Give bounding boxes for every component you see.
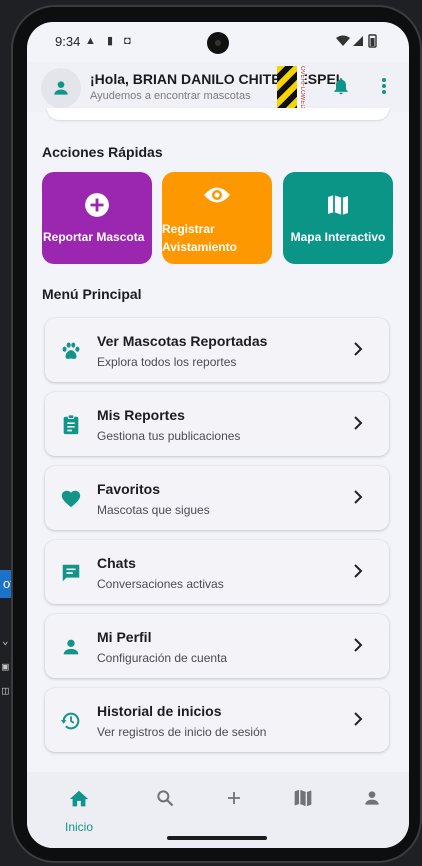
signal-battery-icons [335, 34, 387, 51]
person-icon [365, 791, 379, 805]
menu-item-subtitle: Mascotas que sigues [97, 503, 210, 517]
quick-actions-title: Acciones Rápidas [42, 144, 163, 160]
chevron-right-icon [354, 490, 363, 504]
menu-item-chats[interactable]: Chats Conversaciones activas [45, 540, 389, 604]
menu-item-title: Mis Reportes [97, 407, 185, 423]
nav-search[interactable] [145, 788, 185, 828]
nav-map[interactable] [283, 788, 323, 828]
bell-icon [334, 78, 348, 95]
add-circle-icon [42, 192, 152, 223]
paw-icon [62, 342, 80, 359]
menu-item-profile[interactable]: Mi Perfil Configuración de cuenta [45, 614, 389, 678]
app-screen: 9:34 ▲ ▮ ◘ ¡Hola, BRIAN DANILO CHITERI E… [27, 22, 409, 848]
status-time: 9:34 [55, 34, 81, 49]
person-icon [54, 81, 68, 95]
menu-item-view-pets[interactable]: Ver Mascotas Reportadas Explora todos lo… [45, 318, 389, 382]
menu-item-subtitle: Explora todos los reportes [97, 355, 237, 369]
quick-action-label: Registrar Avistamiento [162, 222, 237, 254]
nav-home-label: Inicio [64, 820, 93, 834]
menu-item-subtitle: Gestiona tus publicaciones [97, 429, 241, 443]
menu-item-title: Mi Perfil [97, 629, 152, 645]
chevron-right-icon [354, 638, 363, 652]
menu-item-my-reports[interactable]: Mis Reportes Gestiona tus publicaciones [45, 392, 389, 456]
nav-add[interactable] [214, 788, 254, 828]
interactive-map-button[interactable]: Mapa Interactivo [283, 172, 393, 264]
eye-icon [162, 184, 272, 211]
nav-home[interactable]: Inicio [59, 788, 99, 834]
chevron-right-icon [354, 416, 363, 430]
greeting-subtitle: Ayudemos a encontrar mascotas [90, 90, 251, 102]
quick-action-label: Reportar Mascota [43, 230, 145, 244]
main-menu-title: Menú Principal [42, 286, 142, 302]
clipboard-icon [63, 414, 79, 435]
summary-card-edge [47, 108, 389, 120]
more-vert-icon [382, 78, 386, 94]
nav-profile[interactable] [352, 788, 392, 828]
overflow-warning-text: OVERFLOWED BY 2 [297, 66, 305, 110]
front-camera [207, 32, 229, 54]
home-icon [69, 790, 89, 807]
menu-item-subtitle: Ver registros de inicio de sesión [97, 725, 267, 739]
menu-item-title: Ver Mascotas Reportadas [97, 333, 268, 349]
map-icon [294, 789, 312, 807]
chevron-right-icon [354, 564, 363, 578]
register-sighting-button[interactable]: Registrar Avistamiento [162, 172, 272, 264]
search-icon [157, 790, 174, 807]
more-options-button[interactable] [379, 76, 389, 101]
history-icon [60, 712, 80, 730]
status-bar: 9:34 ▲ ▮ ◘ [27, 22, 409, 62]
chevron-right-icon [354, 342, 363, 356]
avatar[interactable] [41, 68, 81, 108]
report-pet-button[interactable]: Reportar Mascota [42, 172, 152, 264]
app-bar: ¡Hola, BRIAN DANILO CHITERI ESPEI Ayudem… [27, 62, 409, 112]
menu-item-title: Favoritos [97, 481, 161, 497]
notification-icons: ▲ ▮ ◘ [85, 35, 135, 47]
menu-item-favorites[interactable]: Favoritos Mascotas que sigues [45, 466, 389, 530]
menu-item-login-history[interactable]: Historial de inicios Ver registros de in… [45, 688, 389, 752]
menu-item-title: Historial de inicios [97, 703, 222, 719]
chat-icon [62, 564, 80, 582]
notifications-button[interactable] [331, 76, 351, 101]
person-icon [63, 639, 79, 655]
chevron-right-icon [354, 712, 363, 726]
menu-item-subtitle: Conversaciones activas [97, 577, 224, 591]
map-icon [283, 192, 393, 223]
quick-action-label: Mapa Interactivo [290, 230, 386, 244]
heart-icon [61, 490, 81, 508]
home-indicator[interactable] [167, 836, 267, 840]
add-icon [228, 792, 240, 804]
menu-item-title: Chats [97, 555, 136, 571]
menu-item-subtitle: Configuración de cuenta [97, 651, 228, 665]
